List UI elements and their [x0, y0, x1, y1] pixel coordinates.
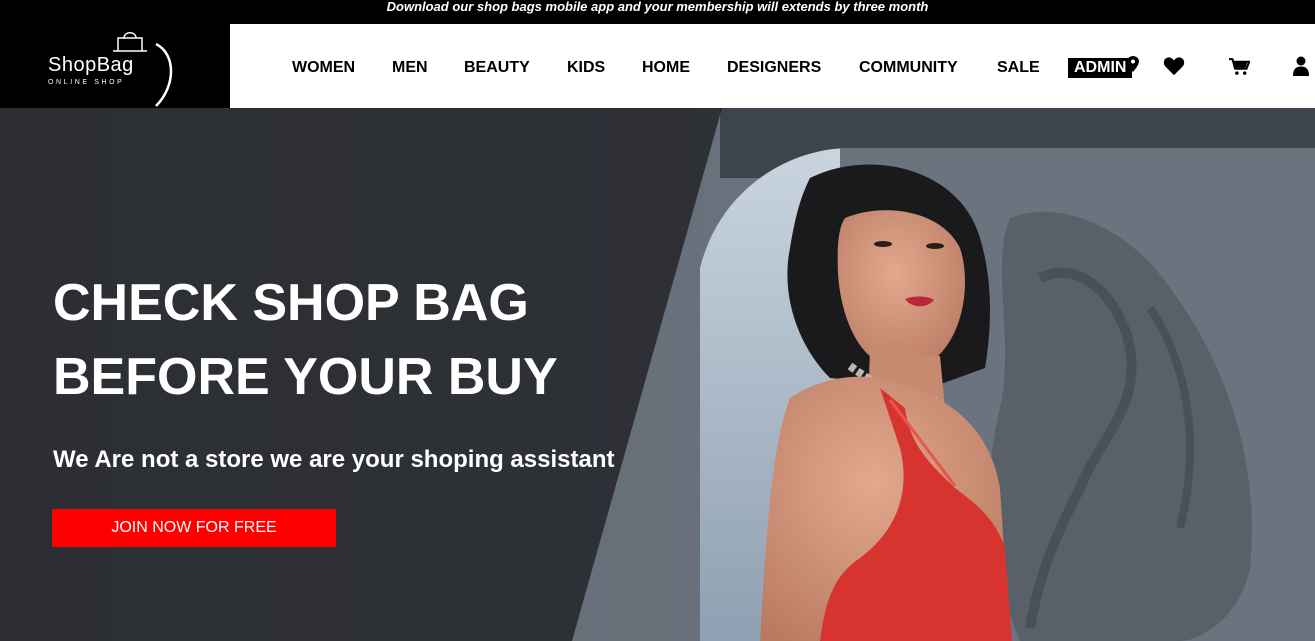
promo-banner: Download our shop bags mobile app and yo… [0, 0, 1315, 24]
main-nav: WOMEN MEN BEAUTY KIDS HOME DESIGNERS COM… [0, 24, 1315, 108]
join-now-button[interactable]: JOIN NOW FOR FREE [52, 509, 336, 547]
user-icon[interactable] [1293, 56, 1309, 76]
hero-banner: CHECK SHOP BAG BEFORE YOUR BUY We Are no… [0, 108, 1315, 641]
hero-subtitle: We Are not a store we are your shoping a… [53, 446, 615, 473]
admin-button[interactable]: ADMIN [1068, 58, 1133, 78]
hero-title: CHECK SHOP BAG BEFORE YOUR BUY [53, 266, 673, 414]
hero-title-line-2: BEFORE YOUR BUY [53, 348, 558, 406]
nav-item-community[interactable]: COMMUNITY [859, 60, 958, 76]
nav-item-beauty[interactable]: BEAUTY [464, 60, 530, 76]
nav-item-women[interactable]: WOMEN [292, 60, 355, 76]
nav-item-designers[interactable]: DESIGNERS [727, 60, 821, 76]
site-header: ShopBag ONLINE SHOP WOMEN MEN BEAUTY KID… [0, 24, 1315, 108]
nav-item-men[interactable]: MEN [392, 60, 428, 76]
nav-item-sale[interactable]: SALE [997, 60, 1040, 76]
nav-item-kids[interactable]: KIDS [567, 60, 605, 76]
hero-title-line-1: CHECK SHOP BAG [53, 274, 529, 332]
promo-text: Download our shop bags mobile app and yo… [386, 0, 929, 14]
nav-item-home[interactable]: HOME [642, 60, 690, 76]
cart-icon[interactable] [1229, 58, 1250, 76]
heart-icon[interactable] [1163, 56, 1185, 76]
pin-icon [1127, 56, 1139, 72]
